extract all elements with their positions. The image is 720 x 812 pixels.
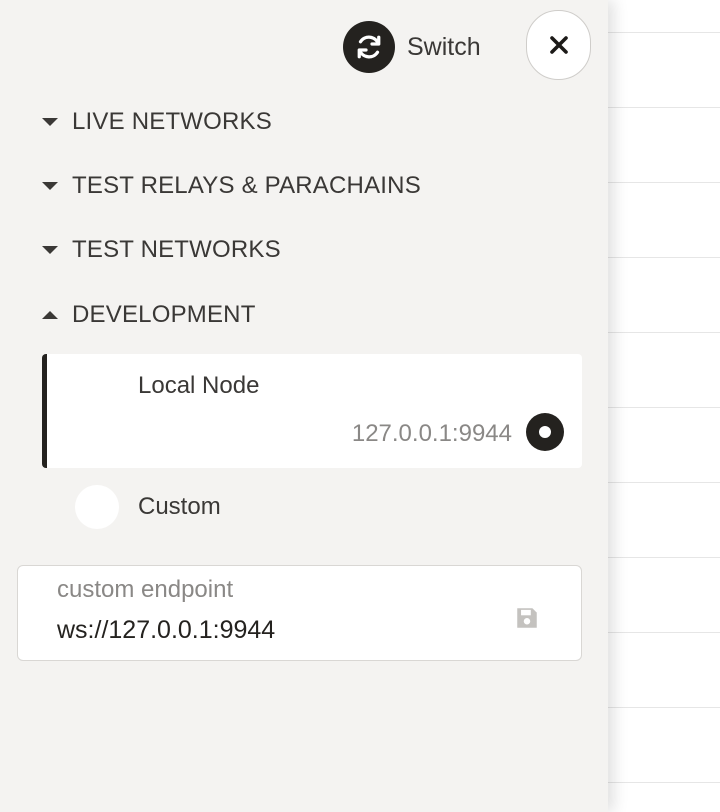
group-test-networks[interactable]: TEST NETWORKS: [42, 236, 281, 264]
backdrop-row-divider: [608, 107, 720, 108]
caret-down-icon: [42, 118, 58, 126]
caret-up-icon: [42, 311, 58, 319]
backdrop-row-divider: [608, 707, 720, 708]
endpoint-local-node[interactable]: Local Node 127.0.0.1:9944: [42, 354, 582, 468]
backdrop-row-divider: [608, 32, 720, 33]
endpoint-name: Local Node: [138, 372, 260, 399]
group-label: TEST RELAYS & PARACHAINS: [72, 172, 421, 199]
close-icon: [549, 36, 568, 54]
backdrop-row-divider: [608, 182, 720, 183]
group-test-relays-parachains[interactable]: TEST RELAYS & PARACHAINS: [42, 172, 421, 200]
group-label: LIVE NETWORKS: [72, 108, 272, 135]
backdrop-row-divider: [608, 632, 720, 633]
radio-dot: [539, 426, 551, 438]
endpoint-radio-selected[interactable]: [526, 413, 564, 451]
save-icon[interactable]: [514, 605, 540, 631]
switch-label: Switch: [407, 32, 481, 61]
group-live-networks[interactable]: LIVE NETWORKS: [42, 108, 272, 136]
close-button[interactable]: [526, 10, 591, 80]
endpoint-url: 127.0.0.1:9944: [351, 420, 512, 447]
backdrop-row-divider: [608, 257, 720, 258]
group-development[interactable]: DEVELOPMENT: [42, 301, 256, 329]
caret-down-icon: [42, 246, 58, 254]
switch-button[interactable]: Switch: [343, 21, 481, 73]
custom-endpoint-input[interactable]: [57, 614, 477, 646]
caret-down-icon: [42, 182, 58, 190]
custom-endpoint-field: custom endpoint: [17, 565, 582, 661]
group-label: TEST NETWORKS: [72, 236, 281, 263]
endpoint-custom[interactable]: Custom: [75, 485, 221, 529]
group-label: DEVELOPMENT: [72, 301, 256, 328]
backdrop-row-divider: [608, 782, 720, 783]
endpoint-radio[interactable]: [75, 485, 119, 529]
backdrop-row-divider: [608, 407, 720, 408]
custom-endpoint-label: custom endpoint: [57, 576, 234, 603]
backdrop-row-divider: [608, 557, 720, 558]
endpoint-name: Custom: [138, 493, 221, 520]
backdrop-row-divider: [608, 332, 720, 333]
network-selector-panel: Switch LIVE NETWORKS TEST RELAYS & PARAC…: [0, 0, 608, 812]
backdrop-row-divider: [608, 482, 720, 483]
refresh-icon: [343, 21, 395, 73]
